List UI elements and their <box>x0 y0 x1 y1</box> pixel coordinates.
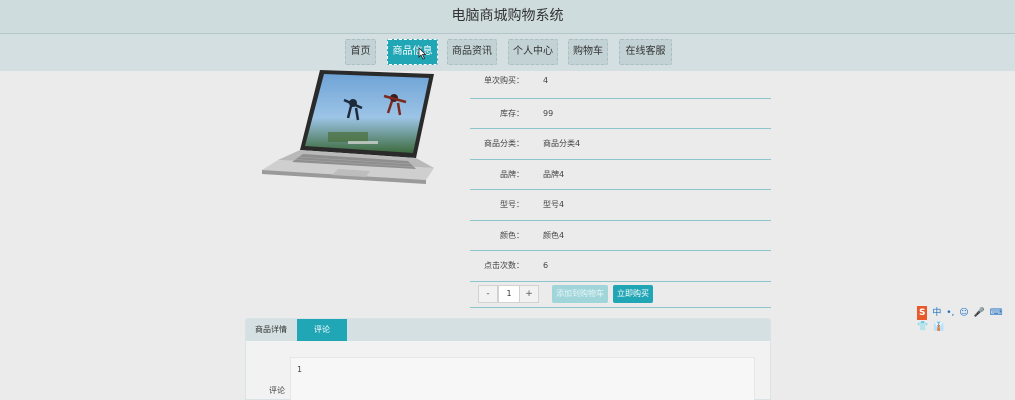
ime-punctuation-icon[interactable]: •, <box>946 306 954 320</box>
product-detail-list: 单次购买： 4 库存： 99 商品分类： 商品分类4 品牌： 品牌4 型号： 型… <box>470 68 771 282</box>
site-title: 电脑商城购物系统 <box>451 8 564 24</box>
product-tabs-panel: 商品详情 评论 评论 1 <box>245 318 771 400</box>
ime-keyboard-icon[interactable]: ⌨ <box>990 306 1003 320</box>
detail-value: 4 <box>543 76 549 85</box>
ime-chinese-mode-icon[interactable]: 中 <box>932 306 941 320</box>
nav-item-news[interactable]: 商品资讯 <box>447 39 497 65</box>
tab-product-details[interactable]: 商品详情 <box>246 319 296 341</box>
add-to-cart-button[interactable]: 添加到购物车 <box>552 285 608 303</box>
ime-skin-icon[interactable]: 👕 <box>917 320 928 334</box>
ime-emoji-icon[interactable]: ☺ <box>959 306 968 320</box>
site-title-bar: 电脑商城购物系统 <box>0 0 1015 34</box>
detail-value: 型号4 <box>543 200 565 209</box>
detail-label: 型号： <box>500 200 524 209</box>
detail-value: 颜色4 <box>543 230 565 240</box>
detail-row-color: 颜色： 颜色4 <box>470 221 771 251</box>
comment-textarea[interactable]: 1 <box>290 357 755 400</box>
quantity-increment-button[interactable]: + <box>519 285 539 303</box>
quantity-decrement-button[interactable]: - <box>478 285 498 303</box>
nav-item-cart[interactable]: 购物车 <box>568 39 608 65</box>
detail-label: 点击次数： <box>484 261 524 270</box>
mouse-cursor-icon <box>418 47 427 60</box>
ime-voice-icon[interactable]: 🎤 <box>974 306 985 320</box>
detail-value: 商品分类4 <box>543 139 581 148</box>
nav-item-service[interactable]: 在线客服 <box>619 39 672 65</box>
detail-value: 品牌4 <box>543 169 565 179</box>
detail-value: 99 <box>543 108 554 118</box>
ime-toolbar[interactable]: S 中 •, ☺ 🎤 ⌨ 👕 👔 <box>917 306 1015 332</box>
tab-comments[interactable]: 评论 <box>297 319 347 341</box>
detail-row-stock: 库存： 99 <box>470 99 771 129</box>
detail-label: 商品分类： <box>484 139 524 148</box>
detail-label: 库存： <box>500 108 524 118</box>
quantity-input[interactable]: 1 <box>498 285 520 303</box>
comment-field-label: 评论 <box>269 386 285 395</box>
buy-now-button[interactable]: 立即购买 <box>613 285 653 303</box>
detail-label: 品牌： <box>500 169 524 179</box>
nav-item-home[interactable]: 首页 <box>345 39 376 65</box>
ime-settings-icon[interactable]: 👔 <box>933 320 944 334</box>
detail-label: 单次购买： <box>484 76 524 85</box>
laptop-image <box>262 70 434 184</box>
detail-row-brand: 品牌： 品牌4 <box>470 160 771 190</box>
tab-header: 商品详情 评论 <box>246 319 770 341</box>
sogou-logo-icon[interactable]: S <box>917 306 928 320</box>
detail-row-purchase-limit: 单次购买： 4 <box>470 68 771 99</box>
detail-row-category: 商品分类： 商品分类4 <box>470 129 771 160</box>
detail-row-clicks: 点击次数： 6 <box>470 251 771 282</box>
detail-value: 6 <box>543 261 549 270</box>
nav-item-products[interactable]: 商品信息 <box>387 39 438 65</box>
nav-item-profile[interactable]: 个人中心 <box>508 39 558 65</box>
detail-label: 颜色： <box>500 230 524 240</box>
detail-row-model: 型号： 型号4 <box>470 190 771 221</box>
